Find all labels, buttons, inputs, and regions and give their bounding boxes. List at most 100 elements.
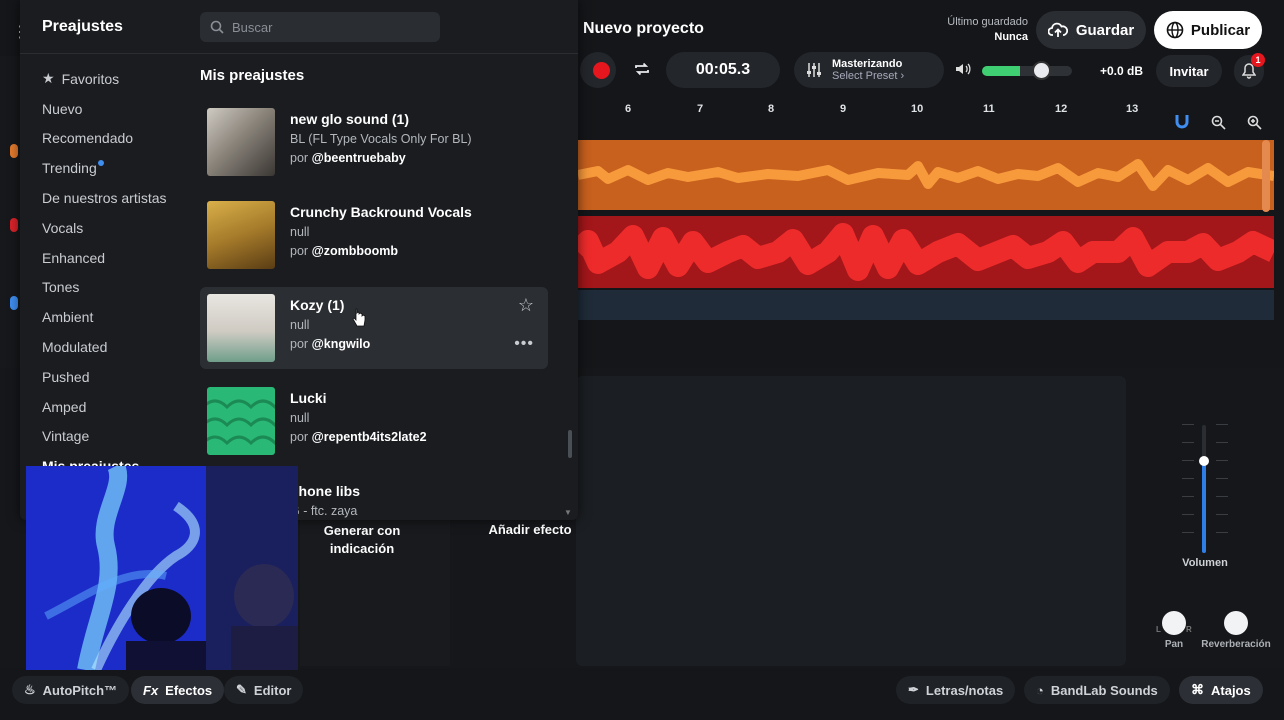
globe-icon (1166, 21, 1184, 39)
feather-icon: ✒ (908, 682, 919, 697)
author-prefix: por (290, 151, 309, 165)
daw-app: ⋮ Nuevo proyecto Último guardado Nunca G… (0, 0, 1284, 720)
autopitch-icon: ♨ (24, 682, 36, 697)
loop-icon[interactable] (633, 60, 651, 83)
effects-tab[interactable]: Fx Efectos (131, 676, 225, 704)
last-saved: Último guardado Nunca (930, 15, 1028, 45)
search-placeholder: Buscar (232, 19, 273, 35)
zoom-in-icon[interactable] (1240, 109, 1268, 135)
preset-description: null (290, 411, 310, 425)
master-volume-knob[interactable] (1032, 61, 1051, 80)
preset-thumbnail (207, 108, 275, 176)
preset-item[interactable]: new glo sound (1) BL (FL Type Vocals Onl… (200, 101, 548, 183)
time-value: 00:05.3 (695, 61, 751, 78)
ruler-tick: 11 (983, 103, 995, 115)
category-trending[interactable]: Trending (42, 153, 192, 183)
command-icon: ⌘ (1191, 682, 1204, 697)
waveform-track-1 (578, 159, 1274, 191)
category-tones[interactable]: Tones (42, 273, 192, 303)
presets-scrollbar[interactable] (568, 430, 572, 458)
category-nuevo[interactable]: Nuevo (42, 94, 192, 124)
preset-name: Crunchy Backround Vocals (290, 204, 472, 220)
mic-icon-track-2[interactable] (10, 218, 18, 232)
preset-author-line: por @zombboomb (290, 244, 398, 258)
favorite-star-icon[interactable]: ☆ (518, 295, 534, 316)
mastering-button[interactable]: Masterizando Select Preset › (794, 52, 944, 88)
category-modulated[interactable]: Modulated (42, 332, 192, 362)
category-vocals[interactable]: Vocals (42, 213, 192, 243)
timeline-ruler[interactable]: 6 7 8 9 10 11 12 13 (578, 100, 1284, 138)
shortcuts-button[interactable]: ⌘ Atajos (1179, 676, 1263, 704)
mic-icon-track-3[interactable] (10, 296, 18, 310)
category-de-nuestros-artistas[interactable]: De nuestros artistas (42, 183, 192, 213)
bandlab-sounds-button[interactable]: ◔ BandLab Sounds (1024, 676, 1170, 704)
publish-button[interactable]: Publicar (1154, 11, 1262, 49)
db-readout: +0.0 dB (1100, 64, 1144, 78)
preset-name: Kozy (1) (290, 297, 345, 313)
category-vintage[interactable]: Vintage (42, 422, 192, 452)
section-title: Mis preajustes (200, 67, 305, 84)
preset-author[interactable]: @kngwilo (312, 337, 371, 351)
category-recomendado[interactable]: Recomendado (42, 124, 192, 154)
preset-author-line: por @kngwilo (290, 337, 370, 351)
preset-thumbnail (207, 201, 275, 269)
record-button[interactable] (593, 62, 610, 79)
lyrics-label: Letras/notas (925, 682, 1004, 698)
mastering-text: Masterizando Select Preset › (832, 58, 904, 82)
pan-knob[interactable] (1162, 611, 1186, 635)
preset-description: null (290, 225, 310, 239)
preset-item[interactable]: Lucki null por @repentb4its2late2 (200, 380, 548, 462)
author-prefix: por (290, 244, 309, 258)
category-label: Tones (42, 279, 80, 296)
ruler-tick: 9 (840, 103, 847, 115)
preset-author[interactable]: @zombboomb (312, 244, 398, 258)
volume-slider-ticks (1176, 420, 1236, 560)
ruler-tick: 8 (768, 103, 775, 115)
preset-author[interactable]: @repentb4its2late2 (312, 430, 427, 444)
more-options-icon[interactable]: ••• (514, 335, 534, 353)
master-level-meter[interactable] (982, 66, 1072, 76)
category-ambient[interactable]: Ambient (42, 302, 192, 332)
autopitch-tab[interactable]: ♨ AutoPitch™ (12, 676, 130, 704)
preset-item[interactable]: Crunchy Backround Vocals null por @zombb… (200, 194, 548, 276)
preset-name: phone libs (290, 483, 360, 499)
category-favoritos[interactable]: ★ Favoritos (42, 64, 192, 94)
track-scrollbar[interactable] (1262, 140, 1270, 212)
generate-with-prompt-button[interactable]: Generar con indicación (314, 522, 410, 558)
preset-search-input[interactable]: Buscar (200, 12, 440, 42)
invite-button[interactable]: Invitar (1156, 55, 1222, 87)
audio-track-1-region[interactable] (578, 140, 1274, 210)
invite-label: Invitar (1169, 63, 1209, 79)
pencil-icon: ✎ (236, 682, 247, 697)
save-button[interactable]: Guardar (1036, 11, 1146, 49)
ruler-tick: 7 (697, 103, 704, 115)
add-effect-button[interactable]: Añadir efecto (470, 522, 590, 537)
mouse-cursor-icon (352, 308, 366, 333)
ruler-tick: 12 (1055, 103, 1068, 115)
mastering-preset: Select Preset › (832, 70, 905, 82)
category-pushed[interactable]: Pushed (42, 362, 192, 392)
category-enhanced[interactable]: Enhanced (42, 243, 192, 273)
reverb-knob[interactable] (1224, 611, 1248, 635)
save-label: Guardar (1075, 21, 1135, 39)
publish-label: Publicar (1190, 21, 1251, 39)
zoom-out-icon[interactable] (1204, 109, 1232, 135)
project-title[interactable]: Nuevo proyecto (583, 20, 704, 38)
ruler-tick: 13 (1126, 103, 1139, 115)
mic-icon-track-1[interactable] (10, 144, 18, 158)
scroll-down-icon[interactable]: ▼ (564, 508, 572, 517)
preset-item-hovered[interactable]: Kozy (1) null por @kngwilo ☆ ••• (200, 287, 548, 369)
lyrics-notes-button[interactable]: ✒ Letras/notas (896, 676, 1016, 704)
audio-track-2-region[interactable] (578, 216, 1274, 288)
magnet-snap-icon[interactable] (1168, 109, 1196, 135)
audio-track-3-region[interactable] (578, 290, 1274, 320)
preset-author[interactable]: @beentruebaby (312, 151, 406, 165)
fx-icon: Fx (143, 682, 159, 698)
editor-tab[interactable]: ✎ Editor (224, 676, 304, 704)
category-amped[interactable]: Amped (42, 392, 192, 422)
fx-panel (576, 376, 1126, 666)
volume-slider-handle[interactable] (1199, 456, 1209, 466)
preset-name: new glo sound (1) (290, 111, 409, 127)
category-label: Recomendado (42, 130, 134, 147)
speaker-icon[interactable] (955, 62, 971, 79)
